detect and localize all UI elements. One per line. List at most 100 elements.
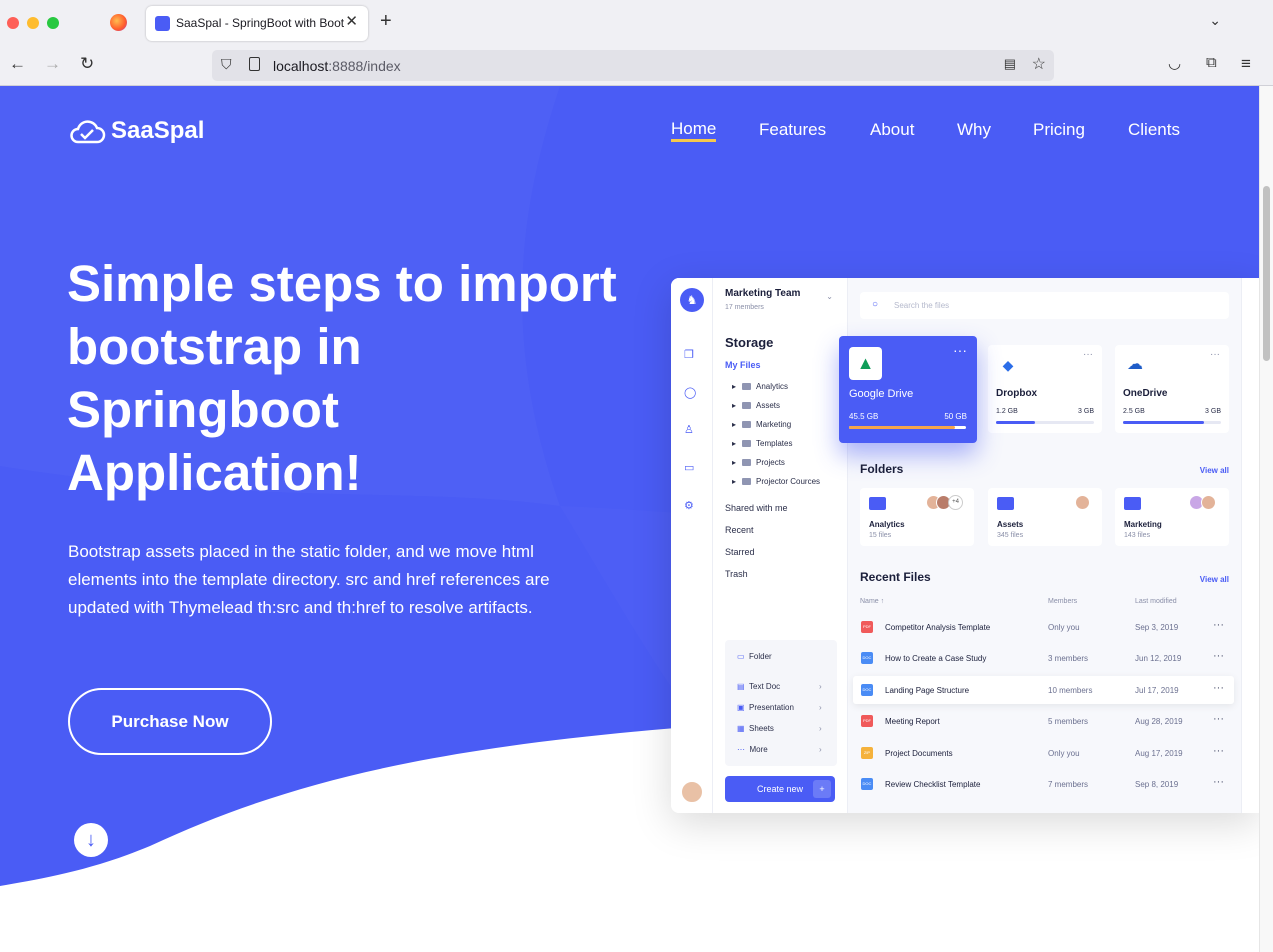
new-tab-icon[interactable]: + — [380, 10, 392, 33]
file-name: Review Checklist Template — [885, 780, 981, 789]
tree-folder-label: Marketing — [756, 420, 792, 429]
hero-title: Simple steps to import bootstrap in Spri… — [67, 255, 617, 501]
more-icon: ··· — [1213, 776, 1224, 788]
shield-icon[interactable]: ⛉ — [221, 56, 232, 73]
folder-count: 143 files — [1124, 532, 1151, 539]
forward-arrow-icon[interactable]: → — [44, 54, 61, 74]
file-members: 3 members — [1048, 654, 1089, 663]
pocket-icon[interactable]: ◡ — [1168, 54, 1181, 72]
folder-name: Marketing — [1124, 520, 1162, 529]
tab-bar: SaaSpal - SpringBoot with Boots ✕ + ⌄ — [0, 0, 1273, 44]
close-window-button[interactable] — [7, 17, 19, 29]
more-members-badge: +4 — [948, 495, 963, 510]
menu-icon[interactable]: ≡ — [1241, 54, 1251, 74]
right-panel — [1241, 278, 1259, 813]
nav-clients[interactable]: Clients — [1128, 120, 1180, 140]
create-new-button: Create new + — [725, 776, 835, 802]
create-menu-item: ▭ Folder — [737, 652, 772, 661]
folder-name: Analytics — [869, 520, 905, 529]
avatar — [1201, 495, 1216, 510]
file-date: Aug 17, 2019 — [1135, 749, 1183, 758]
file-type-icon: DOC — [861, 778, 873, 790]
file-name: Competitor Analysis Template — [885, 623, 991, 632]
file-type-icon: ZIP — [861, 747, 873, 759]
column-header-members: Members — [1048, 598, 1078, 605]
create-menu-item: ▤ Text Doc › — [737, 682, 822, 691]
file-row: DOC How to Create a Case Study 3 members… — [853, 644, 1234, 672]
folder-name: Assets — [997, 520, 1024, 529]
cloud-name: OneDrive — [1123, 388, 1168, 399]
minimize-window-button[interactable] — [27, 17, 39, 29]
more-icon: ··· — [953, 342, 967, 358]
cloud-usage-bar — [1123, 421, 1221, 424]
site-logo[interactable]: SaaSpal — [68, 116, 204, 146]
folders-view-all: View all — [1199, 466, 1229, 475]
extensions-icon[interactable]: ⧉ — [1206, 54, 1217, 71]
team-members: 17 members — [725, 304, 764, 311]
reload-icon[interactable]: ↻ — [80, 54, 94, 74]
file-date: Jun 12, 2019 — [1135, 654, 1182, 663]
file-members: 7 members — [1048, 780, 1089, 789]
file-date: Sep 8, 2019 — [1135, 780, 1179, 789]
more-icon: ··· — [1213, 650, 1224, 662]
logo-text: SaaSpal — [111, 117, 205, 144]
tab-favicon-icon — [155, 16, 170, 31]
chat-icon: ◯ — [684, 387, 697, 399]
url-host: localhost — [273, 58, 329, 74]
nav-pricing[interactable]: Pricing — [1033, 120, 1085, 140]
cloud-name: Dropbox — [996, 388, 1038, 399]
folder-card: Marketing 143 files — [1115, 488, 1229, 546]
scroll-down-arrow-icon[interactable]: ↓ — [74, 823, 108, 857]
cloud-usage-fill — [996, 421, 1036, 424]
file-row: DOC Review Checklist Template 7 members … — [853, 770, 1234, 798]
create-menu-label: Folder — [749, 652, 772, 661]
more-icon: ··· — [1213, 745, 1224, 757]
url-bar[interactable]: ⛉ localhost:8888/index ▤ ☆ — [212, 50, 1054, 81]
page-scrollbar[interactable] — [1259, 86, 1273, 952]
file-name: Meeting Report — [885, 717, 940, 726]
file-row-highlighted: DOC Landing Page Structure 10 members Ju… — [853, 676, 1234, 704]
more-icon: ··· — [1213, 713, 1224, 725]
scrollbar-thumb[interactable] — [1263, 186, 1270, 361]
tree-folder-item: ▸ Projector Cources — [732, 477, 821, 486]
storage-sidebar: Marketing Team ⌄ 17 members Storage My F… — [713, 278, 848, 813]
plus-icon: + — [813, 780, 831, 798]
folder-card: +4 Analytics 15 files — [860, 488, 974, 546]
browser-chrome: SaaSpal - SpringBoot with Boots ✕ + ⌄ ← … — [0, 0, 1273, 86]
side-link-recent: Recent — [725, 525, 754, 535]
create-menu-item: ⋯ More › — [737, 745, 822, 754]
create-menu-label: More — [749, 745, 768, 754]
maximize-window-button[interactable] — [47, 17, 59, 29]
tree-folder-label: Analytics — [756, 382, 789, 391]
purchase-now-button[interactable]: Purchase Now — [68, 688, 272, 755]
file-type-icon: PDF — [861, 715, 873, 727]
nav-features[interactable]: Features — [759, 120, 826, 140]
more-icon: ··· — [1213, 682, 1224, 694]
tree-folder-label: Assets — [756, 401, 781, 410]
browser-tab[interactable]: SaaSpal - SpringBoot with Boots ✕ — [146, 6, 368, 41]
back-arrow-icon[interactable]: ← — [9, 54, 26, 74]
bookmark-star-icon[interactable]: ☆ — [1032, 54, 1046, 74]
nav-about[interactable]: About — [870, 120, 914, 140]
nav-why[interactable]: Why — [957, 120, 991, 140]
avatar — [680, 780, 704, 804]
onedrive-cloud-icon: ☁ — [1127, 356, 1143, 373]
create-menu: ▭ Folder ▤ Text Doc › ▣ Presentation › ▦ S… — [725, 640, 837, 766]
reader-view-icon[interactable]: ▤ — [1004, 56, 1016, 72]
url-path: :8888/index — [328, 58, 401, 74]
list-tabs-chevron-icon[interactable]: ⌄ — [1209, 12, 1221, 29]
firefox-icon[interactable] — [110, 14, 127, 31]
cloud-total: 3 GB — [1078, 408, 1094, 415]
recent-files-title: Recent Files — [860, 570, 931, 584]
tree-folder-label: Projector Cources — [756, 477, 821, 486]
url-text[interactable]: localhost:8888/index — [273, 58, 401, 74]
folder-icon — [869, 497, 886, 510]
cloud-usage-fill — [849, 426, 956, 429]
create-menu-label: Sheets — [749, 724, 774, 733]
tab-close-icon[interactable]: ✕ — [345, 12, 358, 30]
cloud-check-icon — [70, 120, 106, 144]
cloud-card-google-drive: ▲ ··· Google Drive 45.5 GB 50 GB — [839, 336, 977, 443]
cloud-used: 45.5 GB — [849, 412, 879, 421]
my-files-label: My Files — [725, 360, 761, 370]
nav-home[interactable]: Home — [671, 120, 717, 142]
